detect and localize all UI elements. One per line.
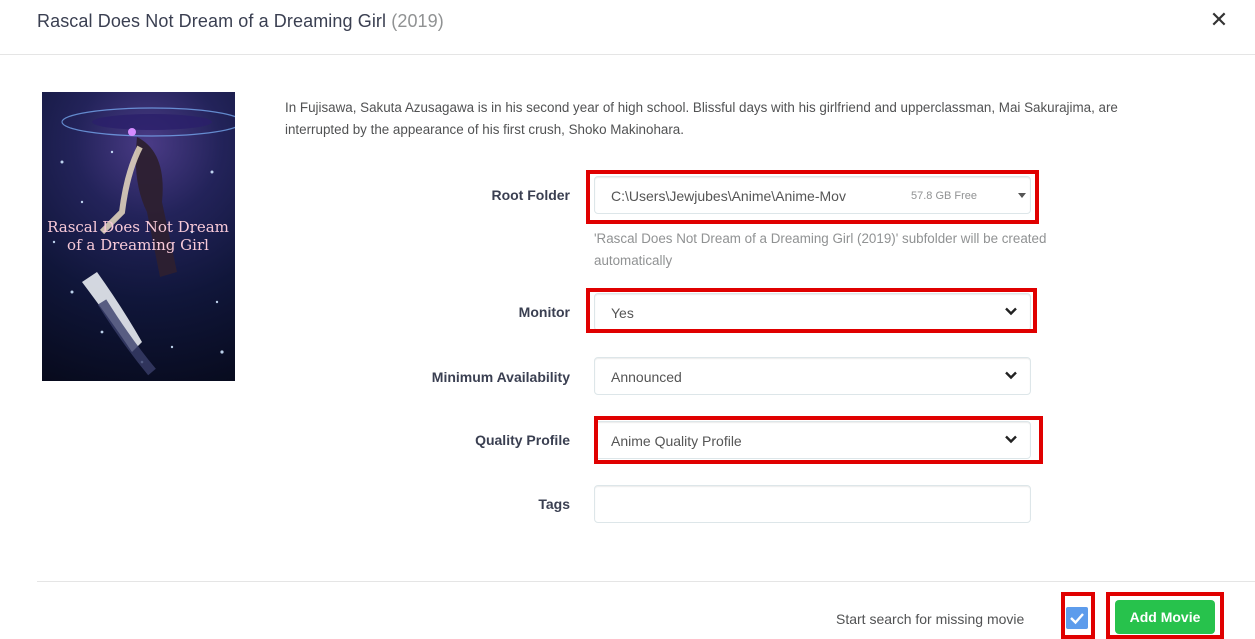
chevron-down-icon <box>1005 435 1017 444</box>
quality-profile-value: Anime Quality Profile <box>611 433 742 449</box>
root-folder-free-space: 57.8 GB Free <box>911 190 978 202</box>
quality-profile-select[interactable]: Anime Quality Profile <box>594 421 1031 459</box>
root-folder-value: C:\Users\Jewjubes\Anime\Anime-Mov <box>611 188 846 204</box>
movie-title: Rascal Does Not Dream of a Dreaming Girl <box>37 11 387 31</box>
modal-title: Rascal Does Not Dream of a Dreaming Girl… <box>37 11 444 32</box>
caret-down-icon <box>1018 193 1026 198</box>
monitor-value: Yes <box>611 305 634 321</box>
poster-title-line-1: Rascal Does Not Dream <box>47 218 229 236</box>
check-icon <box>1070 613 1084 625</box>
tags-label: Tags <box>538 496 570 512</box>
start-search-checkbox[interactable] <box>1066 607 1088 629</box>
monitor-label: Monitor <box>518 304 570 320</box>
add-movie-button[interactable]: Add Movie <box>1115 600 1215 634</box>
movie-poster: Rascal Does Not Dream of a Dreaming Girl <box>42 92 235 381</box>
movie-year: (2019) <box>391 11 444 31</box>
tags-input[interactable] <box>594 485 1031 523</box>
monitor-select[interactable]: Yes <box>594 293 1031 331</box>
start-search-label: Start search for missing movie <box>836 611 1025 627</box>
footer-divider <box>37 581 1255 582</box>
root-folder-select[interactable]: C:\Users\Jewjubes\Anime\Anime-Mov 57.8 G… <box>594 176 1031 214</box>
root-folder-help: 'Rascal Does Not Dream of a Dreaming Gir… <box>594 231 1047 268</box>
poster-art: Rascal Does Not Dream of a Dreaming Girl <box>47 107 235 376</box>
root-folder-label: Root Folder <box>491 187 570 203</box>
poster-title-line-2: of a Dreaming Girl <box>67 236 209 254</box>
quality-profile-label: Quality Profile <box>475 432 570 448</box>
chevron-down-icon <box>1005 307 1017 316</box>
movie-overview: In Fujisawa, Sakuta Azusagawa is in his … <box>285 100 1118 137</box>
minimum-availability-label: Minimum Availability <box>431 369 570 385</box>
chevron-down-icon <box>1005 371 1017 380</box>
minimum-availability-select[interactable]: Announced <box>594 357 1031 395</box>
minimum-availability-value: Announced <box>611 369 682 385</box>
modal-header: Rascal Does Not Dream of a Dreaming Girl… <box>0 0 1255 55</box>
close-icon[interactable]: ✕ <box>1207 8 1231 32</box>
